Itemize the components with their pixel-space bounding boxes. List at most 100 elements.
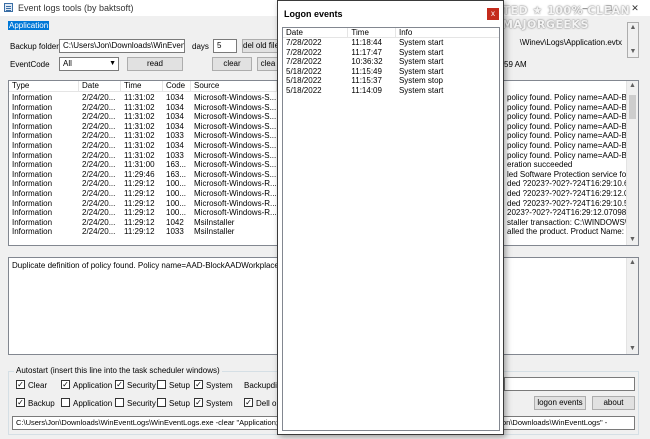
log-path-scrollbar[interactable]: ▲ ▼ [627, 22, 639, 58]
row1-checkbox-1[interactable]: ✓ [61, 380, 70, 389]
cell-type: Information [12, 169, 53, 179]
cell-time: 11:15:49 [351, 66, 382, 76]
cell-code: 100... [166, 188, 187, 198]
backup-folder-label: Backup folder [10, 42, 59, 51]
events-grid-scrollbar[interactable]: ▲ ▼ [626, 81, 638, 245]
cell-code: 163... [166, 160, 187, 170]
row2-checkbox-1[interactable] [61, 398, 70, 407]
clear-button[interactable]: clear [212, 57, 252, 71]
table-row[interactable]: Information 2/24/20... 11:31:02 1033 Microso… [9, 151, 277, 161]
list-item[interactable]: 5/18/2022 11:14:09 System start [283, 86, 499, 96]
cell-message: eration succeeded [507, 160, 573, 170]
cell-date: 2/24/20... [82, 227, 116, 237]
table-row[interactable]: Information 2/24/20... 11:31:02 1034 Microso… [9, 122, 277, 132]
cell-code: 1034 [166, 93, 184, 102]
list-item[interactable]: 5/18/2022 11:15:49 System start [283, 67, 499, 77]
clear-all-button[interactable]: clea [257, 57, 279, 71]
cell-message: 2023?-?02?-?24T16:29:12.07098650 [507, 208, 628, 218]
column-header-date[interactable]: Date [79, 81, 121, 92]
row2-checkbox-2[interactable] [115, 398, 124, 407]
row1-label-0: Clear [28, 381, 48, 390]
cell-message: policy found. Policy name=AAD-Block [507, 112, 628, 122]
cell-code: 100... [166, 179, 187, 189]
cell-time: 11:18:44 [351, 38, 382, 47]
column-header-type[interactable]: Type [9, 81, 79, 92]
delete-old-checkbox[interactable]: ✓ [244, 398, 253, 407]
scroll-down-icon[interactable]: ▼ [627, 235, 638, 245]
cell-source: Microsoft-Windows-S... [194, 169, 277, 179]
row2-checkbox-4[interactable]: ✓ [194, 398, 203, 407]
event-code-select[interactable]: All ▼ [59, 57, 119, 71]
table-row[interactable]: Information 2/24/20... 11:29:12 100... Micro… [9, 199, 277, 209]
cell-info: System start [398, 47, 444, 57]
cell-info: System stop [398, 76, 443, 86]
column-header-source[interactable]: Source [191, 81, 277, 92]
table-row[interactable]: Information 2/24/20... 11:31:02 1034 Microso… [9, 141, 277, 151]
logon-dialog-title: Logon events [284, 9, 343, 19]
scroll-up-icon[interactable]: ▲ [627, 81, 638, 91]
list-item[interactable]: 7/28/2022 11:17:47 System start [283, 48, 499, 58]
cell-time: 10:36:32 [351, 57, 383, 67]
events-grid-rows: Information 2/24/20... 11:31:02 1034 Microso… [9, 93, 277, 237]
about-button[interactable]: about [592, 396, 635, 410]
autostart-group-label: Autostart (insert this line into the tas… [14, 366, 222, 375]
delete-old-label: Dell o [256, 399, 277, 408]
cell-type: Information [12, 102, 53, 112]
log-name-field[interactable]: Application [8, 21, 272, 34]
table-row[interactable]: Information 2/24/20... 11:31:02 1034 Microso… [9, 112, 277, 122]
logon-events-button[interactable]: logon events [534, 396, 586, 410]
cell-source: Microsoft-Windows-S... [194, 160, 277, 170]
detail-scrollbar[interactable]: ▲ ▼ [626, 258, 638, 354]
column-header-time[interactable]: Time [348, 28, 396, 37]
row2-checkbox-3[interactable] [157, 398, 166, 407]
row1-checkbox-3[interactable] [157, 380, 166, 389]
row1-checkbox-2[interactable]: ✓ [115, 380, 124, 389]
backup-folder-input[interactable]: C:\Users\Jon\Downloads\WinEventl [59, 39, 185, 53]
table-row[interactable]: Information 2/24/20... 11:29:12 100... Micro… [9, 179, 277, 189]
list-item[interactable]: 7/28/2022 10:36:32 System start [283, 57, 499, 67]
row1-checkbox-4[interactable]: ✓ [194, 380, 203, 389]
scroll-up-icon[interactable]: ▲ [628, 23, 638, 33]
read-button[interactable]: read [127, 57, 183, 71]
cell-time: 11:15:37 [351, 76, 382, 86]
column-header-info[interactable]: Info [396, 28, 499, 37]
del-old-file-button[interactable]: del old file [242, 39, 278, 53]
row1-checkbox-0[interactable]: ✓ [16, 380, 25, 389]
table-row[interactable]: Information 2/24/20... 11:31:02 1034 Microso… [9, 93, 277, 103]
backup-dir-input[interactable] [504, 377, 635, 391]
days-input[interactable]: 5 [213, 39, 237, 53]
scroll-thumb[interactable] [629, 95, 636, 119]
cell-source: Microsoft-Windows-S... [194, 93, 277, 102]
table-row[interactable]: Information 2/24/20... 11:31:02 1034 Microso… [9, 103, 277, 113]
column-header-time[interactable]: Time [121, 81, 163, 92]
logon-events-list[interactable]: Date Time Info 7/28/2022 11:18:44 System s… [282, 27, 500, 431]
cell-source: MsiInstaller [194, 227, 235, 237]
table-row[interactable]: Information 2/24/20... 11:29:12 100... Micro… [9, 189, 277, 199]
cell-code: 163... [166, 169, 187, 179]
scroll-down-icon[interactable]: ▼ [628, 47, 638, 57]
table-row[interactable]: Information 2/24/20... 11:29:12 1033 MsiInst… [9, 227, 277, 237]
table-row[interactable]: Information 2/24/20... 11:29:12 100... Micro… [9, 208, 277, 218]
cell-date: 2/24/20... [82, 160, 116, 170]
cell-time: 11:31:02 [124, 150, 155, 160]
table-row[interactable]: Information 2/24/20... 11:31:00 163... Micro… [9, 160, 277, 170]
table-row[interactable]: Information 2/24/20... 11:29:12 1042 MsiInst… [9, 218, 277, 228]
column-header-code[interactable]: Code [163, 81, 191, 92]
row2-checkbox-0[interactable]: ✓ [16, 398, 25, 407]
column-header-date[interactable]: Date [283, 28, 349, 37]
table-row[interactable]: Information 2/24/20... 11:31:02 1033 Microso… [9, 131, 277, 141]
list-item[interactable]: 7/28/2022 11:18:44 System start [283, 38, 499, 48]
cell-date: 2/24/20... [82, 102, 116, 112]
cell-message: ded ?2023?-?02?-?24T16:29:10.6963 [507, 179, 628, 189]
cell-time: 11:29:12 [124, 198, 155, 208]
table-row[interactable]: Information 2/24/20... 11:29:46 163... Micro… [9, 170, 277, 180]
scroll-down-icon[interactable]: ▼ [627, 344, 638, 354]
cell-type: Information [12, 179, 53, 189]
list-item[interactable]: 5/18/2022 11:15:37 System stop [283, 76, 499, 86]
days-label: days [192, 42, 209, 51]
scroll-up-icon[interactable]: ▲ [627, 258, 638, 268]
cell-date: 5/18/2022 [286, 66, 322, 76]
row1-label-2: Security [127, 381, 156, 390]
close-icon[interactable]: x [487, 8, 499, 20]
cell-time: 11:14:09 [351, 85, 382, 95]
